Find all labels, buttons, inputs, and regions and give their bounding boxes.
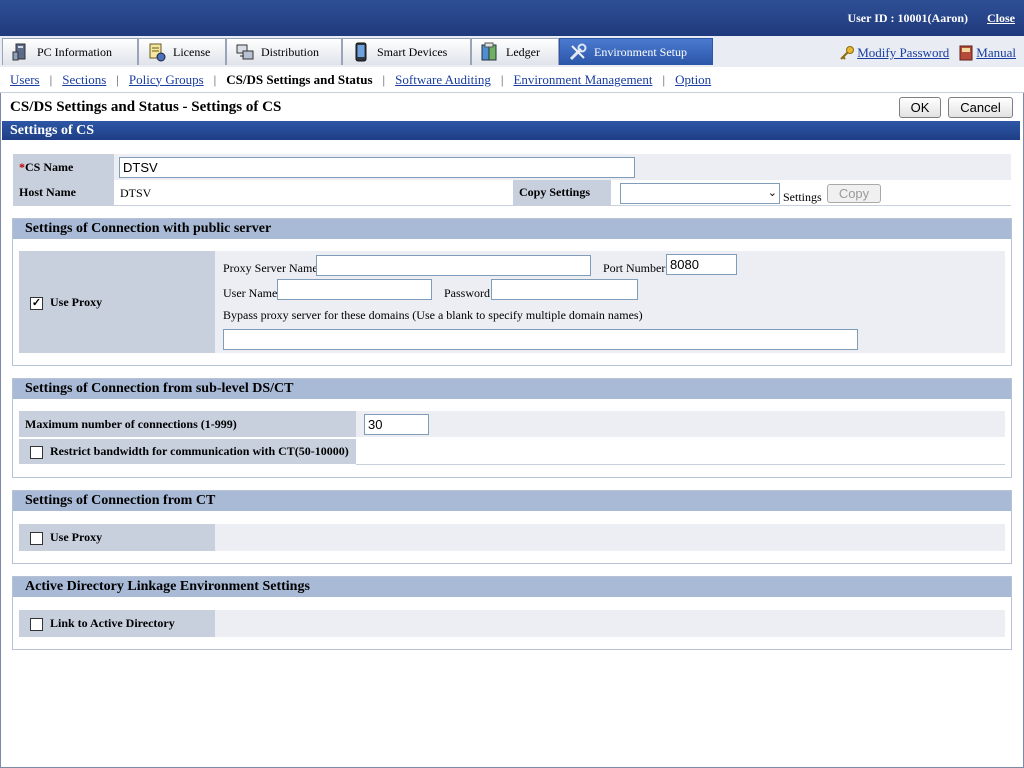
copy-settings-suffix: Settings — [783, 190, 822, 204]
key-icon — [840, 46, 855, 60]
section-title-bar: Settings of CS — [2, 121, 1020, 140]
ct-use-proxy-checkbox[interactable] — [30, 532, 43, 545]
ledger-icon — [481, 42, 497, 61]
tab-label: License — [173, 44, 211, 59]
tab-label: Distribution — [261, 44, 320, 59]
proxy-server-label: Proxy Server Name — [223, 261, 318, 275]
ct-use-proxy-text: Use Proxy — [50, 530, 103, 544]
subnav-option[interactable]: Option — [675, 72, 711, 88]
max-connections-input[interactable]: 30 — [364, 414, 429, 435]
cs-name-input[interactable]: DTSV — [119, 157, 635, 178]
link-ad-checkbox[interactable] — [30, 618, 43, 631]
use-proxy-label[interactable]: ✓ Use Proxy — [19, 251, 215, 353]
public-server-title: Settings of Connection with public serve… — [13, 219, 1011, 239]
tab-label: Ledger — [506, 44, 540, 59]
active-directory-title: Active Directory Linkage Environment Set… — [13, 577, 1011, 597]
copy-button[interactable]: Copy — [827, 184, 881, 203]
subnav-sections[interactable]: Sections — [62, 72, 106, 88]
sublevel-title: Settings of Connection from sub-level DS… — [13, 379, 1011, 399]
license-icon — [149, 43, 166, 62]
top-header-bar: User ID : 10001(Aaron) Close — [0, 0, 1024, 36]
subnav-cs-ds-settings: CS/DS Settings and Status — [226, 71, 373, 87]
manual-link[interactable]: Manual — [976, 45, 1016, 61]
max-connections-label: Maximum number of connections (1-999) — [19, 411, 356, 437]
user-name-label: User Name — [223, 286, 278, 300]
subnav-software-auditing[interactable]: Software Auditing — [395, 72, 491, 88]
cancel-button[interactable]: Cancel — [948, 97, 1013, 118]
ct-proxy-cell — [215, 524, 1005, 551]
ok-button[interactable]: OK — [899, 97, 941, 118]
tools-icon — [569, 43, 587, 61]
link-ad-label[interactable]: Link to Active Directory — [19, 610, 215, 637]
cs-name-label-text: CS Name — [25, 159, 74, 174]
bypass-input[interactable] — [223, 329, 858, 350]
divider — [356, 464, 1005, 465]
subnav-environment-management[interactable]: Environment Management — [513, 72, 652, 88]
sub-navigation: Users | Sections | Policy Groups | CS/DS Se… — [0, 67, 1024, 93]
cs-name-label: * CS Name — [13, 154, 114, 180]
subnav-users[interactable]: Users — [10, 72, 40, 88]
smart-device-icon — [355, 42, 367, 62]
link-ad-cell — [215, 610, 1005, 637]
proxy-server-input[interactable] — [316, 255, 591, 276]
use-proxy-checkbox[interactable]: ✓ — [30, 296, 43, 310]
link-ad-text: Link to Active Directory — [50, 616, 175, 630]
tab-smart-devices[interactable]: Smart Devices — [342, 38, 471, 65]
user-id-label: User ID : 10001(Aaron) — [847, 11, 968, 25]
tab-label: PC Information — [37, 44, 112, 59]
from-ct-title: Settings of Connection from CT — [13, 491, 1011, 511]
port-number-label: Port Number — [603, 261, 666, 275]
close-link[interactable]: Close — [987, 11, 1015, 26]
subnav-policy-groups[interactable]: Policy Groups — [129, 72, 204, 88]
tab-ledger[interactable]: Ledger — [471, 38, 559, 65]
ct-use-proxy-label[interactable]: Use Proxy — [19, 524, 215, 551]
use-proxy-text: Use Proxy — [50, 294, 103, 309]
page-title: CS/DS Settings and Status - Settings of … — [10, 99, 282, 115]
bypass-label: Bypass proxy server for these domains (U… — [223, 308, 643, 322]
tab-distribution[interactable]: Distribution — [226, 38, 342, 65]
copy-settings-select[interactable]: ⌄ — [620, 183, 780, 204]
restrict-bandwidth-text: Restrict bandwidth for communication wit… — [50, 444, 349, 458]
tab-label: Environment Setup — [594, 44, 687, 59]
restrict-bandwidth-label[interactable]: Restrict bandwidth for communication wit… — [19, 439, 356, 464]
tab-environment-setup[interactable]: Environment Setup — [559, 38, 713, 65]
user-name-input[interactable] — [277, 279, 432, 300]
password-label: Password — [444, 286, 491, 300]
modify-password-link[interactable]: Modify Password — [857, 45, 949, 61]
distribution-icon — [236, 44, 254, 60]
pc-icon — [12, 43, 26, 61]
top-links: Modify Password Manual — [839, 45, 1016, 61]
host-name-label: Host Name — [13, 180, 114, 205]
chevron-down-icon: ⌄ — [767, 186, 777, 199]
tab-pc-information[interactable]: PC Information — [2, 38, 138, 65]
max-connections-cell — [356, 411, 1005, 437]
divider — [13, 205, 1011, 206]
restrict-bandwidth-checkbox[interactable] — [30, 446, 43, 459]
password-input[interactable] — [491, 279, 638, 300]
host-name-value: DTSV — [120, 186, 152, 200]
tab-license[interactable]: License — [138, 38, 226, 65]
copy-settings-label: Copy Settings — [513, 180, 611, 205]
port-number-input[interactable]: 8080 — [666, 254, 737, 275]
book-icon — [959, 45, 973, 61]
tab-label: Smart Devices — [377, 44, 448, 59]
